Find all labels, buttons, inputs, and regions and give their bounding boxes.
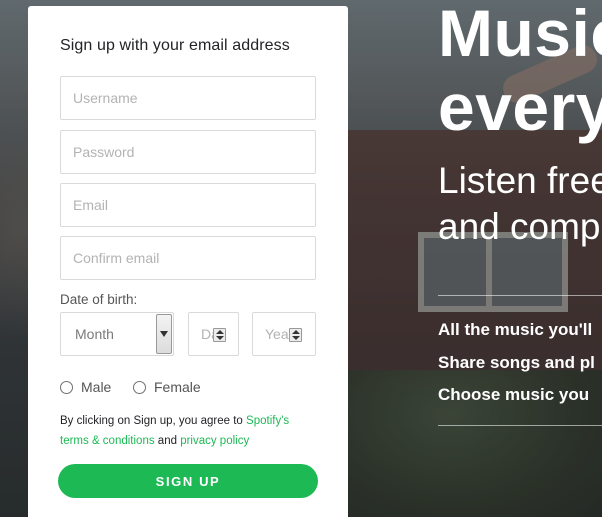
male-radio[interactable] xyxy=(60,380,73,394)
hero-headline: Music for everyone. xyxy=(438,0,602,144)
privacy-link[interactable]: privacy policy xyxy=(180,435,249,447)
gender-male-option[interactable]: Male xyxy=(60,379,111,395)
hero-feature-item: Choose music you xyxy=(438,385,590,404)
username-input[interactable] xyxy=(60,76,316,120)
terms-and: and xyxy=(154,435,181,447)
hero-divider-top xyxy=(438,295,602,296)
hero-feature-list: All the music you'll Share songs and pl … xyxy=(438,314,595,412)
hero-headline-line-1: Music for xyxy=(438,0,602,70)
month-select-value: Month xyxy=(75,326,114,342)
month-select[interactable]: Month xyxy=(60,312,174,356)
terms-text: By clicking on Sign up, you agree to Spo… xyxy=(60,411,310,451)
hero-subheadline: Listen free and comp xyxy=(438,158,602,250)
year-placeholder: Year xyxy=(265,326,291,342)
hero-feature-item: Share songs and pl xyxy=(438,352,595,372)
hero-section: Music for everyone. Listen free and comp… xyxy=(438,0,602,517)
hero-headline-line-2: everyone. xyxy=(438,70,602,144)
female-radio[interactable] xyxy=(133,380,146,394)
year-input[interactable]: Year xyxy=(252,312,316,356)
hero-divider-bottom xyxy=(438,425,602,426)
password-input[interactable] xyxy=(60,130,316,174)
female-label: Female xyxy=(154,379,201,395)
signup-button[interactable]: SIGN UP xyxy=(58,464,318,498)
hero-subheadline-line-1: Listen free xyxy=(438,160,602,201)
terms-prefix: By clicking on Sign up, you agree to xyxy=(60,415,247,427)
dob-label: Date of birth: xyxy=(60,292,138,307)
signup-card: Sign up with your email address Date of … xyxy=(28,6,348,517)
gender-female-option[interactable]: Female xyxy=(133,379,201,395)
hero-subheadline-line-2: and comp xyxy=(438,206,601,247)
confirm-email-input[interactable] xyxy=(60,236,316,280)
hero-feature-item: All the music you'll xyxy=(438,320,593,339)
male-label: Male xyxy=(81,379,112,395)
day-input[interactable]: Day xyxy=(188,312,239,356)
form-title: Sign up with your email address xyxy=(60,37,290,54)
year-spinner-icon[interactable] xyxy=(289,328,302,342)
day-spinner-icon[interactable] xyxy=(213,328,226,342)
email-input[interactable] xyxy=(60,183,316,227)
chevron-down-icon[interactable] xyxy=(156,314,172,354)
